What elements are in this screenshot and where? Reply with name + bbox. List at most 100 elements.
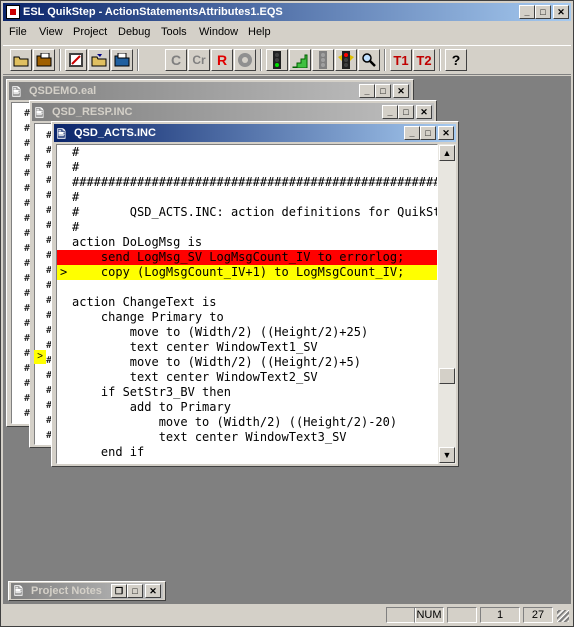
notes-restore-button[interactable]: ❐ (111, 584, 127, 598)
code-line[interactable]: # (57, 190, 437, 205)
code-line[interactable]: text center WindowText3_SV (57, 430, 437, 445)
code-text: # (72, 160, 80, 174)
magnifier-icon[interactable] (358, 49, 380, 71)
scroll-thumb[interactable] (439, 368, 455, 384)
save-project-icon[interactable] (111, 49, 133, 71)
code-line[interactable]: # (57, 160, 437, 175)
app-window: ESL QuikStep - ActionStatementsAttribute… (0, 0, 574, 627)
maximize-button[interactable]: □ (535, 5, 551, 19)
code-text: text center WindowText1_SV (72, 340, 318, 354)
r-icon[interactable]: R (211, 49, 233, 71)
esl-app-icon (6, 5, 20, 19)
menu-window[interactable]: Window (199, 26, 238, 38)
code-line[interactable]: # (57, 220, 437, 235)
t2-icon[interactable]: T2 (413, 49, 435, 71)
step-stairs-icon[interactable] (289, 49, 311, 71)
acts-close-button[interactable]: ✕ (438, 126, 454, 140)
status-line-panel: 1 (480, 607, 520, 623)
code-line[interactable]: add to Primary (57, 400, 437, 415)
current-line[interactable]: > copy (LogMsgCount_IV+1) to LogMsgCount… (57, 265, 437, 280)
menu-project[interactable]: Project (73, 26, 107, 38)
scroll-up-button[interactable]: ▲ (439, 145, 455, 161)
menu-bar: File View Project Debug Tools Window Hel… (3, 24, 571, 43)
code-text: # (72, 145, 80, 159)
code-line[interactable]: move to (Width/2) ((Height/2)-20) (57, 415, 437, 430)
acts-title-bar[interactable]: 🖹 QSD_ACTS.INC _ □ ✕ (54, 124, 456, 142)
traffic-light-green-icon[interactable] (266, 49, 288, 71)
menu-debug[interactable]: Debug (118, 26, 150, 38)
open-folder-icon[interactable] (10, 49, 32, 71)
traffic-light-red-icon[interactable] (335, 49, 357, 71)
menu-view[interactable]: View (39, 26, 63, 38)
code-line[interactable] (57, 280, 437, 295)
document-icon: 🖹 (57, 129, 66, 141)
open-project-icon[interactable] (88, 49, 110, 71)
code-line[interactable]: text center WindowText1_SV (57, 340, 437, 355)
close-button[interactable]: ✕ (553, 5, 569, 19)
menu-tools[interactable]: Tools (161, 26, 187, 38)
close-folder-icon[interactable] (33, 49, 55, 71)
code-line[interactable]: action ChangeText is (57, 295, 437, 310)
status-caps-panel (386, 607, 416, 623)
code-line[interactable]: # QSD_ACTS.INC: action definitions for Q… (57, 205, 437, 220)
acts-vertical-scrollbar[interactable]: ▲ ▼ (438, 144, 456, 464)
status-num-panel: NUM (414, 607, 444, 623)
code-text: end if (72, 445, 145, 459)
resp-minimize-button[interactable]: _ (382, 105, 398, 119)
code-line[interactable]: action DoLogMsg is (57, 235, 437, 250)
code-text: ########################################… (72, 175, 437, 189)
minimize-button[interactable]: _ (519, 5, 535, 19)
code-text: move to (Width/2) ((Height/2)-20) (72, 415, 398, 429)
resize-grip[interactable] (557, 610, 569, 622)
qsdemo-minimize-button[interactable]: _ (359, 84, 375, 98)
menu-help[interactable]: Help (248, 26, 271, 38)
current-line-marker: > (60, 265, 68, 279)
notes-maximize-button[interactable]: □ (127, 584, 143, 598)
help-icon[interactable]: ? (445, 49, 467, 71)
breakpoint-line[interactable]: send LogMsg_SV LogMsgCount_IV to errorlo… (57, 250, 437, 265)
notes-icon: 🖹 (14, 586, 23, 598)
status-scroll-panel (447, 607, 477, 623)
window-project-notes[interactable]: 🖹 Project Notes ❐ □ ✕ (8, 581, 166, 601)
notes-title-bar[interactable]: 🖹 Project Notes ❐ □ ✕ (11, 583, 163, 599)
qsdemo-close-button[interactable]: ✕ (393, 84, 409, 98)
c-r-icon[interactable]: Cr (188, 49, 210, 71)
acts-maximize-button[interactable]: □ (420, 126, 436, 140)
acts-minimize-button[interactable]: _ (404, 126, 420, 140)
code-line[interactable]: ########################################… (57, 175, 437, 190)
notes-close-button[interactable]: ✕ (145, 584, 161, 598)
resp-close-button[interactable]: ✕ (416, 105, 432, 119)
resp-maximize-button[interactable]: □ (398, 105, 414, 119)
code-text: # QSD_ACTS.INC: action definitions for Q… (72, 205, 437, 219)
acts-editor[interactable]: # # ######################################… (56, 144, 438, 464)
document-icon: 🖹 (35, 108, 44, 120)
menu-file[interactable]: File (9, 26, 27, 38)
code-line[interactable]: move to (Width/2) ((Height/2)+5) (57, 355, 437, 370)
stop-gear-icon[interactable] (234, 49, 256, 71)
qsdemo-title-bar[interactable]: 🖹 QSDEMO.eal _ □ ✕ (9, 82, 411, 100)
code-line[interactable]: move to (Width/2) ((Height/2)+25) (57, 325, 437, 340)
compile-icon[interactable] (65, 49, 87, 71)
code-text: # (72, 190, 80, 204)
code-line[interactable]: # (57, 145, 437, 160)
notes-title: Project Notes (31, 585, 102, 597)
code-line[interactable]: end if (57, 445, 437, 460)
code-text: copy (LogMsgCount_IV+1) to LogMsgCount_I… (72, 265, 405, 279)
code-line[interactable]: text center WindowText2_SV (57, 370, 437, 385)
c-icon[interactable]: C (165, 49, 187, 71)
qsdemo-maximize-button[interactable]: □ (375, 84, 391, 98)
code-text: # (72, 220, 80, 234)
mdi-client-area: 🖹 QSDEMO.eal _ □ ✕ 🖹 QSD_RESP.INC _ □ ✕ … (3, 76, 571, 604)
code-line[interactable]: change Primary to (57, 310, 437, 325)
resp-title-bar[interactable]: 🖹 QSD_RESP.INC _ □ ✕ (32, 103, 434, 121)
app-title: ESL QuikStep - ActionStatementsAttribute… (23, 6, 283, 18)
code-text: action ChangeText is (72, 295, 217, 309)
t1-icon[interactable]: T1 (390, 49, 412, 71)
app-title-bar[interactable]: ESL QuikStep - ActionStatementsAttribute… (3, 3, 571, 21)
traffic-light-gray-icon[interactable] (312, 49, 334, 71)
code-line[interactable]: if SetStr3_BV then (57, 385, 437, 400)
code-text: text center WindowText3_SV (72, 430, 347, 444)
code-text: if SetStr3_BV then (72, 385, 231, 399)
window-qsd-acts[interactable]: 🖹 QSD_ACTS.INC _ □ ✕ # # #################… (51, 121, 459, 467)
scroll-down-button[interactable]: ▼ (439, 447, 455, 463)
